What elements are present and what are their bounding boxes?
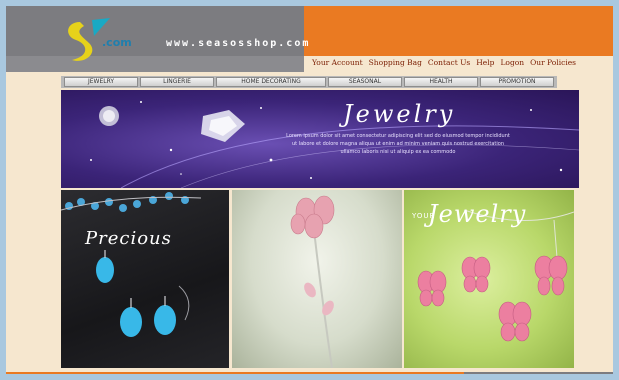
panel-your-jewelry[interactable]: YOUR Jewelry <box>404 190 574 368</box>
tab-promotion[interactable]: Promotion <box>480 77 554 87</box>
nav-logon[interactable]: Logon <box>500 58 524 72</box>
tab-health[interactable]: Health <box>404 77 478 87</box>
banner-title: Jewelry <box>343 100 456 128</box>
top-nav: Your Account Shopping Bag Contact Us Hel… <box>312 58 576 72</box>
footer-gray-bar <box>464 372 613 374</box>
pink-flower-icon <box>290 195 335 239</box>
flower-brooch-image <box>290 195 335 368</box>
nav-contact-us[interactable]: Contact Us <box>428 58 470 72</box>
blue-earrings-image <box>61 192 202 337</box>
nav-help[interactable]: Help <box>476 58 494 72</box>
category-tabbar: Jewelry Lingerie Home Decorating Seasona… <box>61 76 557 88</box>
tab-seasonal[interactable]: Seasonal <box>328 77 402 87</box>
page: .com www.seasosshop.com Your Account Sho… <box>6 6 613 374</box>
diamond-small-icon <box>99 106 119 126</box>
nav-our-policies[interactable]: Our Policies <box>530 58 576 72</box>
footer-orange-bar <box>6 372 464 374</box>
butterfly-icon-2 <box>461 256 491 293</box>
panel-flower-brooch[interactable] <box>232 190 402 368</box>
site-url[interactable]: www.seasosshop.com <box>166 38 310 49</box>
bead-necklace-icon <box>65 192 189 212</box>
logo-swoosh-accent-icon <box>92 18 110 36</box>
panel-precious-title: Precious <box>85 228 172 249</box>
jewelry-banner[interactable]: Jewelry Lorem ipsum dolor sit amet conse… <box>61 90 579 188</box>
tab-jewelry[interactable]: Jewelry <box>64 77 138 87</box>
logo-text: .com <box>102 36 132 49</box>
header-band-gray <box>6 56 304 72</box>
site-logo[interactable]: .com <box>62 14 144 66</box>
panel-precious[interactable]: Precious <box>61 190 229 368</box>
tab-lingerie[interactable]: Lingerie <box>140 77 214 87</box>
butterfly-icon <box>417 270 447 307</box>
turquoise-drop-icon <box>96 257 176 337</box>
panel-your-jewelry-title: Jewelry <box>428 200 527 228</box>
butterfly-icon-4 <box>498 301 532 342</box>
diamond-large-icon <box>201 110 245 142</box>
banner-description: Lorem ipsum dolor sit amet consectetur a… <box>286 133 510 155</box>
nav-shopping-bag[interactable]: Shopping Bag <box>369 58 422 72</box>
tab-home-decorating[interactable]: Home Decorating <box>216 77 326 87</box>
nav-your-account[interactable]: Your Account <box>312 58 363 72</box>
butterfly-icon-3 <box>534 255 568 296</box>
logo-swoosh-icon <box>68 22 93 61</box>
